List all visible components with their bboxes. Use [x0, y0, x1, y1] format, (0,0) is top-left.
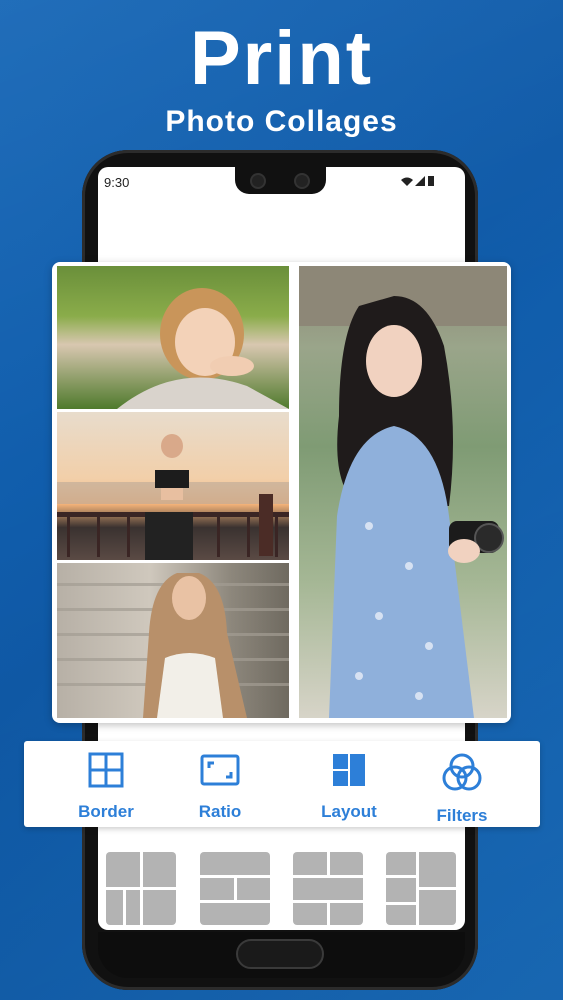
layout-button[interactable]: Layout	[294, 748, 404, 824]
status-icons	[401, 176, 434, 186]
ratio-button[interactable]: Ratio	[165, 748, 275, 824]
border-button[interactable]: Border	[51, 748, 161, 824]
grid-icon	[88, 752, 124, 788]
camera-icon	[296, 175, 308, 187]
layout-icon	[333, 754, 365, 786]
filters-button[interactable]: Filters	[407, 748, 517, 825]
layout-option-2[interactable]	[200, 852, 270, 925]
wifi-icon	[401, 177, 413, 186]
status-time: 9:30	[104, 175, 130, 190]
headline-subtitle: Photo Collages	[165, 105, 398, 138]
camera-icon	[252, 175, 264, 187]
layout-option-3[interactable]	[293, 852, 363, 925]
photo-girl-with-camera[interactable]	[299, 266, 507, 718]
phone-notch	[235, 166, 326, 194]
layout-option-4[interactable]	[386, 852, 456, 925]
border-label: Border	[78, 802, 134, 821]
signal-icon	[415, 176, 425, 186]
photo-woman-on-stairs[interactable]	[57, 563, 289, 718]
home-button[interactable]	[236, 939, 324, 969]
photo-woman-at-railing[interactable]	[57, 412, 289, 560]
filters-icon	[442, 753, 482, 791]
aspect-ratio-icon	[200, 754, 240, 786]
battery-icon	[428, 176, 434, 186]
ratio-label: Ratio	[198, 802, 242, 821]
layout-option-1[interactable]	[106, 852, 176, 925]
headline-title: Print	[189, 16, 374, 101]
layout-label: Layout	[321, 802, 377, 821]
filters-label: Filters	[436, 806, 488, 825]
photo-child-on-grass[interactable]	[57, 266, 289, 409]
